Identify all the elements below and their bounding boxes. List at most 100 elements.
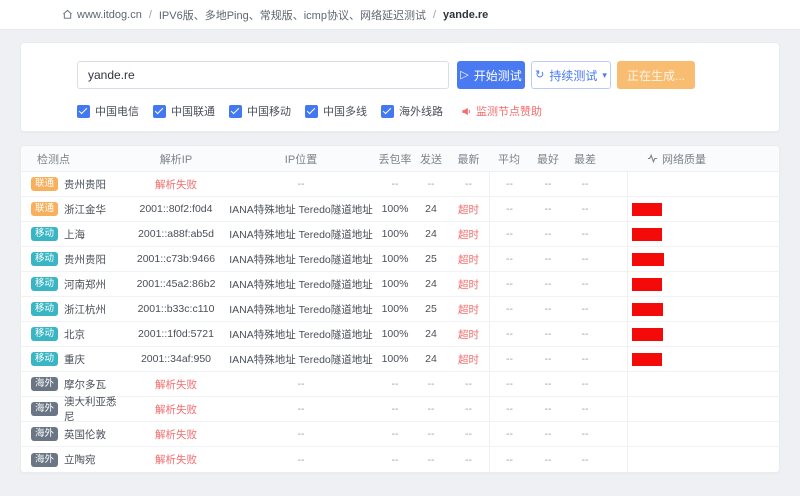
filter-checkbox-telecom[interactable]: 中国电信 (77, 103, 139, 119)
header-best: 最好 (529, 146, 567, 171)
header-latest: 最新 (448, 146, 489, 171)
avg-latency: -- (489, 247, 529, 271)
table-row: 海外摩尔多瓦解析失败-------------- (21, 372, 779, 397)
avg-latency: -- (489, 347, 529, 371)
table-row: 移动北京2001::1f0d:5721IANA特殊地址 Teredo隧道地址10… (21, 322, 779, 347)
latest-latency: -- (448, 172, 489, 196)
quality-bar (632, 203, 662, 216)
avg-latency: -- (489, 172, 529, 196)
filter-checkbox-unicom[interactable]: 中国联通 (153, 103, 215, 119)
latest-latency: -- (448, 447, 489, 472)
loss-rate: -- (376, 397, 414, 421)
avg-latency: -- (489, 422, 529, 446)
latest-latency: 超时 (448, 297, 489, 321)
checkbox-checked-icon (381, 105, 394, 118)
continuous-test-button[interactable]: ↻ 持续测试 ▾ (531, 61, 611, 89)
carrier-badge: 移动 (31, 227, 58, 241)
header-network-quality-label: 网络质量 (662, 151, 706, 167)
megaphone-icon (461, 106, 472, 117)
worst-latency: -- (567, 297, 627, 321)
best-latency: -- (529, 222, 567, 246)
breadcrumb-home-link[interactable]: www.itdog.cn (62, 9, 142, 21)
network-quality-cell (627, 422, 779, 446)
best-latency: -- (529, 172, 567, 196)
ip-location: IANA特殊地址 Teredo隧道地址 (226, 322, 376, 346)
resolved-ip: 解析失败 (126, 372, 226, 396)
target-input[interactable] (77, 61, 449, 89)
sent-count: 24 (414, 347, 448, 371)
latest-latency: -- (448, 422, 489, 446)
network-quality-cell (627, 297, 779, 321)
checkbox-checked-icon (77, 105, 90, 118)
activity-icon (647, 153, 658, 164)
sponsor-label: 监测节点赞助 (476, 103, 542, 119)
network-quality-cell (627, 172, 779, 196)
network-quality-cell (627, 447, 779, 472)
node-location: 摩尔多瓦 (64, 377, 106, 392)
play-icon: ▷ (460, 70, 468, 81)
header-network-quality: 网络质量 (627, 146, 779, 171)
filter-label: 中国多线 (323, 103, 367, 119)
carrier-badge: 海外 (31, 453, 58, 467)
worst-latency: -- (567, 322, 627, 346)
table-row: 移动贵州贵阳2001::c73b:9466IANA特殊地址 Teredo隧道地址… (21, 247, 779, 272)
avg-latency: -- (489, 222, 529, 246)
network-quality-cell (627, 197, 779, 221)
network-quality-cell (627, 347, 779, 371)
filter-checkbox-multiline[interactable]: 中国多线 (305, 103, 367, 119)
node-cell: 移动贵州贵阳 (21, 247, 126, 271)
loss-rate: -- (376, 172, 414, 196)
node-cell: 联通浙江金华 (21, 197, 126, 221)
node-cell: 移动重庆 (21, 347, 126, 371)
filter-checkbox-mobile[interactable]: 中国移动 (229, 103, 291, 119)
network-quality-cell (627, 372, 779, 396)
ip-location: IANA特殊地址 Teredo隧道地址 (226, 347, 376, 371)
node-location: 英国伦敦 (64, 427, 106, 442)
best-latency: -- (529, 372, 567, 396)
generating-button[interactable]: 正在生成... (617, 61, 695, 89)
worst-latency: -- (567, 247, 627, 271)
resolved-ip: 2001::b33c:c110 (126, 297, 226, 321)
quality-bar (632, 278, 662, 291)
latest-latency: -- (448, 372, 489, 396)
filter-checkbox-overseas[interactable]: 海外线路 (381, 103, 443, 119)
best-latency: -- (529, 247, 567, 271)
carrier-badge: 移动 (31, 252, 58, 266)
table-row: 移动重庆2001::34af:950IANA特殊地址 Teredo隧道地址100… (21, 347, 779, 372)
avg-latency: -- (489, 272, 529, 296)
node-location: 北京 (64, 327, 85, 342)
sent-count: 25 (414, 297, 448, 321)
worst-latency: -- (567, 222, 627, 246)
resolved-ip: 解析失败 (126, 172, 226, 196)
latest-latency: 超时 (448, 247, 489, 271)
resolved-ip: 解析失败 (126, 422, 226, 446)
node-cell: 海外澳大利亚悉尼 (21, 397, 126, 421)
breadcrumb: www.itdog.cn / IPV6版、多地Ping、常规版、icmp协议、网… (0, 0, 800, 30)
quality-bar (632, 303, 663, 316)
resolved-ip: 2001::34af:950 (126, 347, 226, 371)
checkbox-checked-icon (153, 105, 166, 118)
ip-location: IANA特殊地址 Teredo隧道地址 (226, 222, 376, 246)
resolved-ip: 2001::45a2:86b2 (126, 272, 226, 296)
sponsor-node-link[interactable]: 监测节点赞助 (461, 103, 542, 119)
network-quality-cell (627, 247, 779, 271)
best-latency: -- (529, 447, 567, 472)
loss-rate: 100% (376, 347, 414, 371)
node-location: 河南郑州 (64, 277, 106, 292)
node-cell: 移动浙江杭州 (21, 297, 126, 321)
best-latency: -- (529, 322, 567, 346)
table-row: 海外立陶宛解析失败-------------- (21, 447, 779, 472)
resolved-ip: 2001::1f0d:5721 (126, 322, 226, 346)
node-location: 贵州贵阳 (64, 252, 106, 267)
node-location: 贵州贵阳 (64, 177, 106, 192)
carrier-badge: 海外 (31, 427, 58, 441)
worst-latency: -- (567, 347, 627, 371)
start-test-button[interactable]: ▷ 开始测试 (457, 61, 525, 89)
breadcrumb-path-link[interactable]: IPV6版、多地Ping、常规版、icmp协议、网络延迟测试 (159, 7, 426, 23)
chevron-down-icon: ▾ (602, 70, 607, 81)
sent-count: 24 (414, 222, 448, 246)
ip-location: IANA特殊地址 Teredo隧道地址 (226, 272, 376, 296)
latest-latency: -- (448, 397, 489, 421)
network-quality-cell (627, 322, 779, 346)
sent-count: -- (414, 397, 448, 421)
